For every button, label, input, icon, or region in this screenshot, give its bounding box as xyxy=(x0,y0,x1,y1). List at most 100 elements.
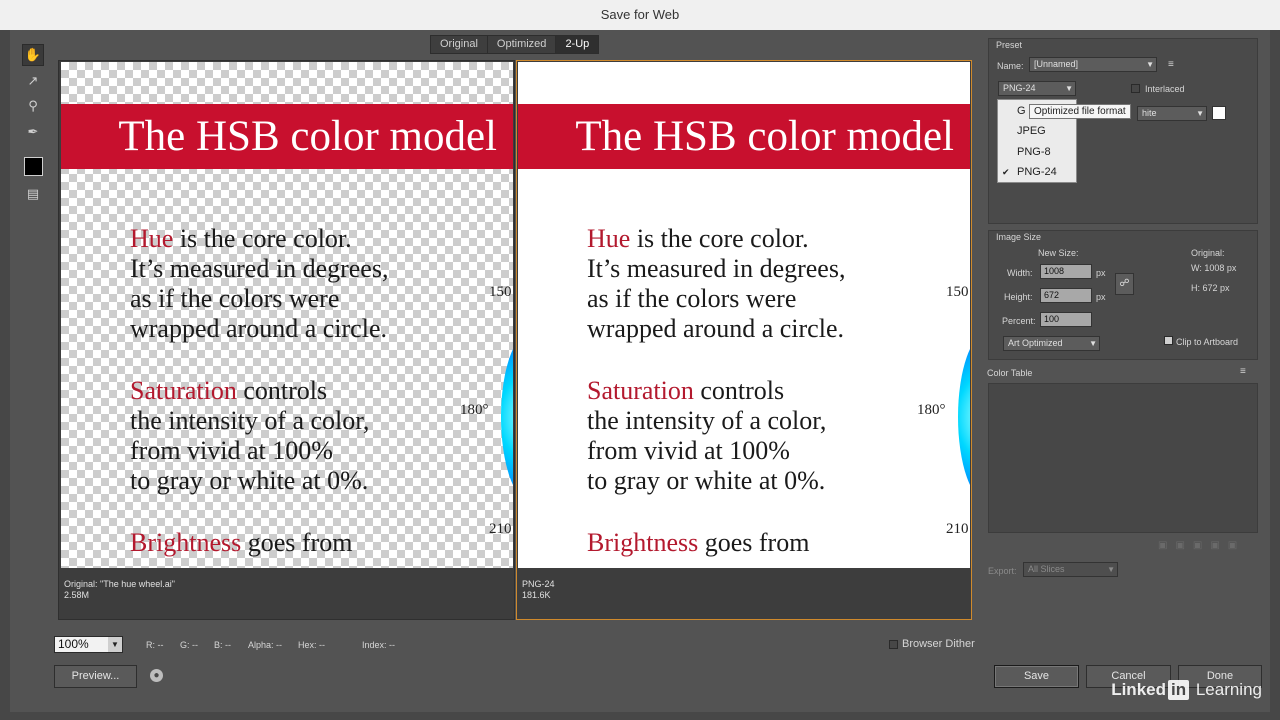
degree-label: 180° xyxy=(917,402,946,418)
saturation-line: to gray or white at 0%. xyxy=(130,466,369,495)
brightness-first-line: goes from xyxy=(698,528,810,557)
width-label: Width: xyxy=(1007,268,1033,278)
original-file-size: 2.58M xyxy=(64,590,90,600)
chevron-down-icon: ▼ xyxy=(1065,84,1073,93)
hue-line: as if the colors were xyxy=(130,284,340,313)
readout-alpha: Alpha: -- xyxy=(248,640,283,650)
hue-line: wrapped around a circle. xyxy=(130,314,387,343)
preset-name-value: [Unnamed] xyxy=(1034,59,1079,69)
height-input[interactable]: 672 xyxy=(1040,288,1092,303)
eyedropper-color-swatch[interactable] xyxy=(24,157,43,176)
saturation-line: the intensity of a color, xyxy=(130,406,370,435)
color-table-area[interactable] xyxy=(988,383,1258,533)
percent-input[interactable]: 100 xyxy=(1040,312,1092,327)
clip-to-artboard-label: Clip to Artboard xyxy=(1176,337,1239,347)
browser-dither-label: Browser Dither xyxy=(902,638,975,650)
color-table-action-icons: ▣▣▣▣▣ xyxy=(1158,540,1246,551)
chevron-down-icon: ▼ xyxy=(1196,109,1204,118)
chevron-down-icon: ▼ xyxy=(1146,60,1154,69)
zoom-tool-icon[interactable]: ⚲ xyxy=(22,95,44,117)
saturation-keyword: Saturation xyxy=(130,376,237,405)
file-format-select[interactable]: PNG-24 ▼ xyxy=(998,81,1076,96)
zoom-value: 100% xyxy=(58,637,89,651)
matte-select[interactable]: hite ▼ xyxy=(1137,106,1207,121)
artwork-title: The HSB color model xyxy=(61,104,513,169)
original-size-label: Original: xyxy=(1191,248,1225,258)
preset-name-select[interactable]: [Unnamed] ▼ xyxy=(1029,57,1157,72)
optimized-format: PNG-24 xyxy=(522,579,555,589)
hue-line: as if the colors were xyxy=(587,284,797,313)
hue-wheel-graphic xyxy=(501,332,513,502)
original-preview[interactable]: The HSB color model Hue is the core colo… xyxy=(61,62,513,568)
degree-label: 210 xyxy=(946,521,969,537)
artwork-body: Hue is the core color. It’s measured in … xyxy=(587,224,927,568)
hue-first-line: is the core color. xyxy=(630,224,809,253)
hand-tool-icon[interactable]: ✋ xyxy=(22,44,44,66)
hue-wheel-graphic xyxy=(958,332,970,502)
degree-label: 150 xyxy=(946,284,969,300)
art-optimized-value: Art Optimized xyxy=(1008,338,1063,348)
hue-line: It’s measured in degrees, xyxy=(130,254,389,283)
window-title: Save for Web xyxy=(0,0,1280,30)
matte-color-swatch[interactable] xyxy=(1212,106,1226,120)
interlaced-label: Interlaced xyxy=(1145,84,1185,94)
logo-in-box: in xyxy=(1168,680,1190,700)
toggle-slices-icon[interactable]: ▤ xyxy=(22,183,44,205)
degree-label: 150 xyxy=(489,284,512,300)
percent-label: Percent: xyxy=(1002,316,1036,326)
interlaced-checkbox[interactable] xyxy=(1131,84,1140,93)
degree-label: 210 xyxy=(489,521,512,537)
readout-r: R: -- xyxy=(146,640,164,650)
original-height: H: 672 px xyxy=(1191,283,1230,293)
tab-optimized[interactable]: Optimized xyxy=(488,36,557,53)
format-option-png24[interactable]: PNG-24 xyxy=(998,162,1076,182)
format-option-jpeg[interactable]: JPEG xyxy=(998,121,1076,141)
tab-2-up[interactable]: 2-Up xyxy=(556,36,599,53)
saturation-line: the intensity of a color, xyxy=(587,406,827,435)
brightness-first-line: goes from xyxy=(241,528,353,557)
preset-menu-icon[interactable]: ≡ xyxy=(1168,59,1174,70)
tab-original[interactable]: Original xyxy=(431,36,488,53)
artwork-body: Hue is the core color. It’s measured in … xyxy=(130,224,470,568)
art-optimized-select[interactable]: Art Optimized ▼ xyxy=(1003,336,1100,351)
logo-text: Learning xyxy=(1191,680,1262,699)
export-select[interactable]: All Slices ▼ xyxy=(1023,562,1118,577)
readout-g: G: -- xyxy=(180,640,198,650)
tooltip: Optimized file format xyxy=(1029,104,1131,119)
optimized-preview[interactable]: The HSB color model Hue is the core colo… xyxy=(518,62,970,568)
saturation-keyword: Saturation xyxy=(587,376,694,405)
width-input[interactable]: 1008 xyxy=(1040,264,1092,279)
saturation-line: from vivid at 100% xyxy=(587,436,790,465)
new-size-label: New Size: xyxy=(1038,248,1079,258)
matte-value: hite xyxy=(1142,108,1157,118)
saturation-first-line: controls xyxy=(693,376,785,405)
zoom-level-select[interactable]: 100% ▼ xyxy=(54,636,123,653)
globe-icon[interactable]: ● xyxy=(150,669,163,682)
saturation-first-line: controls xyxy=(236,376,328,405)
original-info: Original: "The hue wheel.ai" 2.58M xyxy=(64,579,175,601)
preset-name-label: Name: xyxy=(997,61,1024,71)
readout-index: Index: -- xyxy=(362,640,396,650)
preview-button[interactable]: Preview... xyxy=(54,665,137,688)
hue-keyword: Hue xyxy=(587,224,631,253)
slice-select-tool-icon[interactable]: ↗ xyxy=(22,70,44,92)
export-value: All Slices xyxy=(1028,564,1065,574)
height-unit: px xyxy=(1096,292,1106,302)
chevron-down-icon: ▼ xyxy=(108,637,122,652)
color-table-menu-icon[interactable]: ≡ xyxy=(1240,366,1246,377)
hue-first-line: is the core color. xyxy=(173,224,352,253)
optimized-info: PNG-24 181.6K xyxy=(522,579,555,601)
degree-label: 180° xyxy=(460,402,489,418)
constrain-link-icon[interactable]: ☍ xyxy=(1115,273,1134,295)
clip-to-artboard-checkbox[interactable] xyxy=(1164,336,1173,345)
brightness-keyword: Brightness xyxy=(130,528,242,557)
chevron-down-icon: ▼ xyxy=(1107,565,1115,574)
file-format-value: PNG-24 xyxy=(1003,83,1036,93)
height-label: Height: xyxy=(1004,292,1033,302)
brightness-keyword: Brightness xyxy=(587,528,699,557)
browser-dither-checkbox[interactable] xyxy=(889,640,898,649)
format-option-png8[interactable]: PNG-8 xyxy=(998,142,1076,162)
eyedropper-tool-icon[interactable]: ✒ xyxy=(22,121,44,143)
save-button[interactable]: Save xyxy=(994,665,1079,688)
original-width: W: 1008 px xyxy=(1191,263,1237,273)
